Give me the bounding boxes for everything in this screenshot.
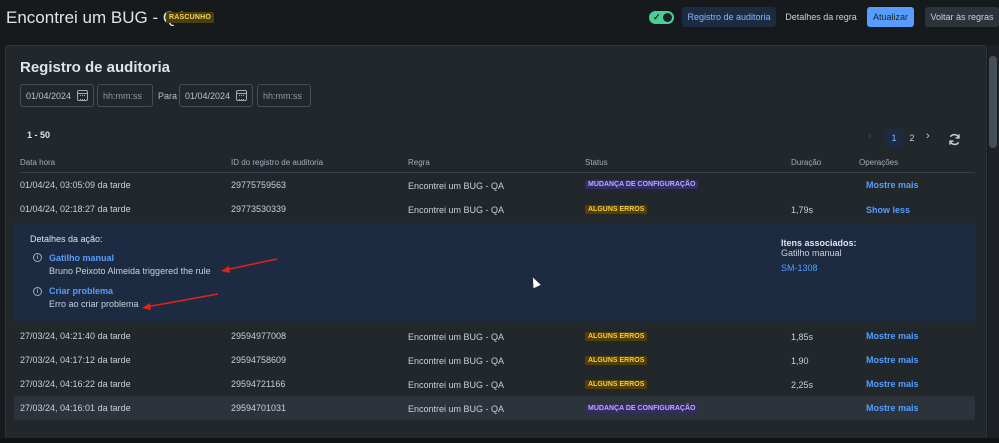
cell-rule: Encontrei um BUG - QA [408,380,505,390]
show-more-link[interactable]: Mostre mais [866,379,919,389]
show-more-link[interactable]: Mostre mais [866,403,919,413]
cell-duration: 1,90 [791,356,809,366]
status-badge: ALGUNS ERROS [585,332,648,341]
show-more-link[interactable]: Mostre mais [866,355,919,365]
cell-audit-id: 29594721166 [231,379,286,389]
arrow-head [221,266,230,273]
status-badge: MUDANÇA DE CONFIGURAÇÃO [585,404,699,413]
arrow-head [142,303,151,310]
annotation-arrow [145,293,219,308]
cell-datetime: 27/03/24, 04:16:22 da tarde [20,379,131,389]
cell-rule: Encontrei um BUG - QA [408,356,505,366]
cell-datetime: 27/03/24, 04:16:01 da tarde [20,403,131,413]
status-badge: ALGUNS ERROS [585,356,648,365]
cell-duration: 1,85s [791,332,814,342]
cell-audit-id: 29594977008 [231,331,287,341]
taskbar-edge [0,438,999,443]
cell-datetime: 27/03/24, 04:21:40 da tarde [20,331,131,341]
annotation-arrows [142,258,278,310]
show-more-link[interactable]: Mostre mais [866,331,919,341]
cell-audit-id: 29594758609 [231,355,287,365]
cell-rule: Encontrei um BUG - QA [408,332,505,342]
status-badge: ALGUNS ERROS [585,380,648,389]
cell-datetime: 27/03/24, 04:17:12 da tarde [20,355,131,365]
cell-audit-id: 29594701031 [231,403,287,413]
cell-duration: 2,25s [791,380,814,390]
annotation-arrow [224,258,278,271]
cell-rule: Encontrei um BUG - QA [408,404,505,414]
